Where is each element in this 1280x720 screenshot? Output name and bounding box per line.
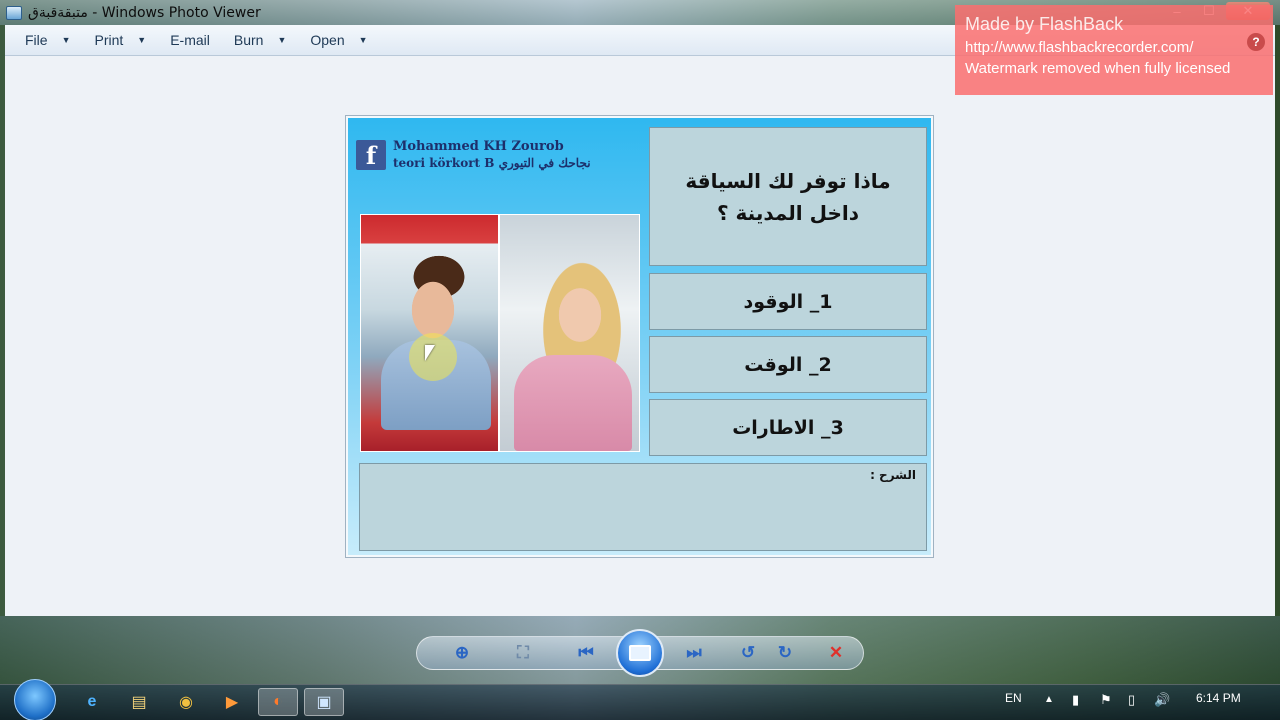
photo-viewer-icon [6, 5, 22, 20]
window-title: متبقةقبةق - Windows Photo Viewer [28, 4, 261, 21]
action-center-flag-icon[interactable]: ⚑ [1100, 692, 1112, 708]
explanation-box: الشرح : [359, 463, 927, 551]
language-indicator[interactable]: EN [1005, 691, 1022, 705]
fit-window-icon[interactable]: ⛶ [511, 643, 535, 663]
rotate-clockwise-icon[interactable]: ↻ [773, 643, 797, 663]
slideshow-icon [629, 645, 651, 661]
battery-icon[interactable]: ▯ [1128, 692, 1135, 708]
zoom-icon[interactable]: ⊕ [450, 643, 474, 663]
menu-burn[interactable]: Burn ▼ [234, 32, 287, 48]
chevron-down-icon: ▼ [137, 35, 147, 45]
driver-photos [360, 214, 640, 452]
show-hidden-icons-icon[interactable]: ▲ [1044, 694, 1054, 705]
delete-icon[interactable]: ✕ [824, 643, 848, 663]
answer-option-3: 3_ الاطارات [649, 399, 927, 456]
quiz-card: f Mohammed KH Zourob teori körkort B نجا… [348, 118, 931, 555]
chevron-down-icon: ▼ [277, 35, 287, 45]
watermark-note: Watermark removed when fully licensed [965, 60, 1231, 77]
chevron-down-icon: ▼ [358, 35, 368, 45]
next-icon[interactable]: ⏭ [682, 643, 706, 663]
chevron-down-icon: ▼ [61, 35, 71, 45]
rotate-counterclockwise-icon[interactable]: ↺ [736, 643, 760, 663]
firefox-icon[interactable]: ◐ [258, 688, 298, 716]
photo-man-in-car [361, 215, 500, 451]
answer-option-1: 1_ الوقود [649, 273, 927, 330]
signal-icon[interactable]: ▮ [1072, 692, 1079, 708]
displayed-image: f Mohammed KH Zourob teori körkort B نجا… [345, 115, 934, 558]
menu-file[interactable]: File ▼ [25, 32, 70, 48]
menu-print[interactable]: Print ▼ [94, 32, 146, 48]
explanation-label: الشرح : [870, 468, 916, 482]
photo-viewer-taskbar-icon[interactable]: ▣ [304, 688, 344, 716]
chrome-icon[interactable]: ◉ [166, 688, 206, 716]
previous-icon[interactable]: ⏮ [574, 643, 598, 663]
internet-explorer-icon[interactable]: e [72, 688, 112, 716]
watermark-url: http://www.flashbackrecorder.com/ [965, 39, 1194, 56]
file-explorer-icon[interactable]: ▤ [119, 688, 159, 716]
brand-name: Mohammed KH Zourob [393, 139, 564, 154]
clock-time[interactable]: 6:14 PM [1196, 691, 1241, 705]
facebook-icon: f [356, 140, 386, 170]
brand-subtitle: teori körkort B نجاحك في التيوري [393, 156, 591, 170]
watermark-title: Made by FlashBack [965, 14, 1124, 34]
menu-email[interactable]: E-mail [170, 32, 210, 48]
question-text: ماذا توفر لك السياقة داخل المدينة ؟ [649, 127, 927, 266]
media-player-icon[interactable]: ▶ [212, 688, 252, 716]
recorder-watermark: Made by FlashBack http://www.flashbackre… [955, 5, 1273, 95]
help-icon[interactable]: ? [1247, 33, 1265, 51]
slideshow-button[interactable] [616, 629, 664, 677]
photo-woman-with-keys [500, 215, 639, 451]
start-button[interactable] [14, 679, 56, 720]
mouse-cursor-icon [425, 345, 435, 361]
answer-option-2: 2_ الوقت [649, 336, 927, 393]
menu-open[interactable]: Open ▼ [310, 32, 367, 48]
volume-icon[interactable]: 🔊 [1154, 692, 1170, 708]
